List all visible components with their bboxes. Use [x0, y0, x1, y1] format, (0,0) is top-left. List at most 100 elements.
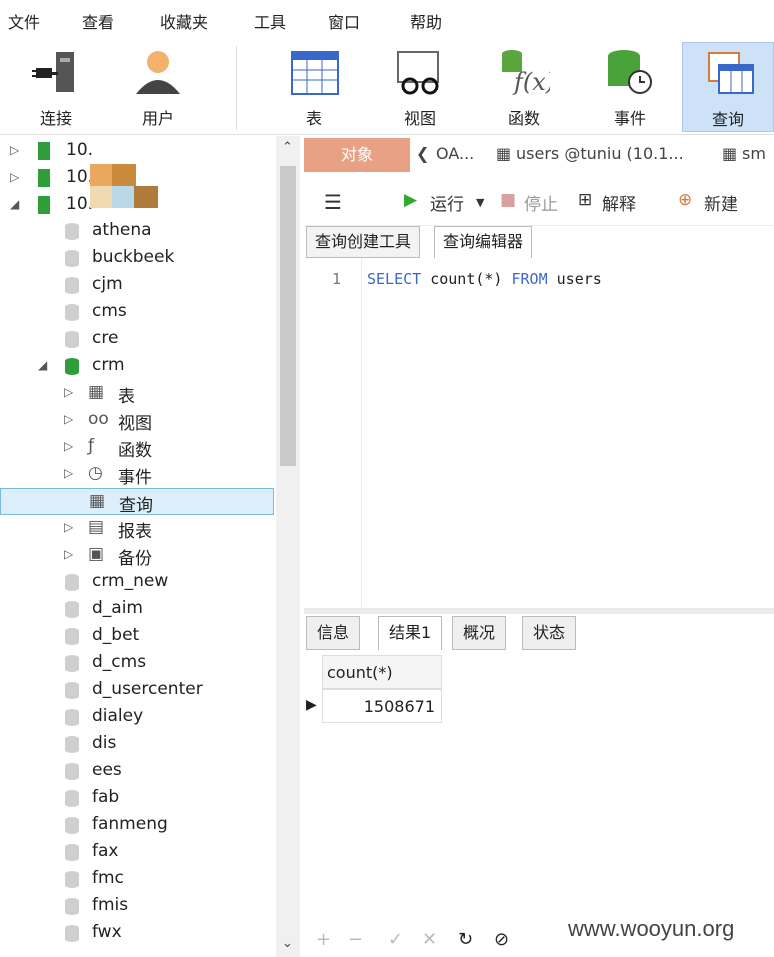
menu-file[interactable]: 文件	[8, 9, 40, 33]
object-tree: ▷ 10. ▷ 10. ◢ 10. athena buckbeek cjm cms cre ◢ crm ▷…	[0, 136, 300, 957]
tree-item-label: ees	[92, 760, 122, 780]
scroll-down-arrow-icon[interactable]: ⌄	[282, 936, 293, 951]
tab-query-editor[interactable]: 查询编辑器	[434, 226, 533, 258]
tab-oa[interactable]: OA...	[436, 144, 474, 163]
tab-users[interactable]: users @tuniu (10.1...	[516, 144, 684, 163]
sql-keyword-select: SELECT	[367, 270, 422, 288]
run-play-icon[interactable]: ▶	[404, 190, 417, 210]
table-button[interactable]: 表	[266, 42, 362, 132]
database-icon	[65, 250, 79, 267]
sql-editor[interactable]: 1 SELECT count(*) FROM users	[304, 258, 774, 608]
database-item[interactable]: crm_new	[0, 569, 276, 596]
tree-item-label: cms	[92, 301, 127, 321]
tree-item-label: fab	[92, 787, 120, 807]
tab-result1[interactable]: 结果1	[378, 616, 443, 650]
scroll-up-arrow-icon[interactable]: ⌃	[282, 140, 293, 155]
database-item[interactable]: dialey	[0, 704, 276, 731]
tab-info[interactable]: 信息	[306, 616, 361, 650]
database-item[interactable]: fmis	[0, 893, 276, 920]
database-item[interactable]: cjm	[0, 272, 276, 299]
crm-child-item[interactable]: ▷ oo 视图	[0, 407, 276, 434]
result-cell[interactable]: 1508671	[322, 689, 442, 723]
new-button[interactable]: 新建	[704, 190, 738, 215]
function-button[interactable]: f(x) 函数	[476, 42, 572, 132]
expand-arrow-icon[interactable]: ▷	[64, 466, 73, 480]
database-item[interactable]: fanmeng	[0, 812, 276, 839]
database-item[interactable]: d_aim	[0, 596, 276, 623]
tab-status[interactable]: 状态	[522, 616, 577, 650]
query-icon: ▦	[89, 491, 106, 511]
collapse-arrow-icon[interactable]: ◢	[38, 358, 47, 372]
delete-record-icon[interactable]: −	[348, 929, 363, 950]
server-item[interactable]: ▷ 10.	[0, 138, 276, 165]
user-button[interactable]: 用户	[110, 42, 206, 132]
menu-window[interactable]: 窗口	[328, 9, 360, 33]
expand-arrow-icon[interactable]: ▷	[64, 439, 73, 453]
refresh-icon[interactable]: ↻	[458, 929, 473, 950]
database-item[interactable]: dis	[0, 731, 276, 758]
tree-item-label: crm_new	[92, 571, 169, 591]
database-item[interactable]: cms	[0, 299, 276, 326]
tab-query-builder[interactable]: 查询创建工具	[306, 226, 421, 258]
expand-arrow-icon[interactable]: ▷	[10, 143, 19, 157]
expand-arrow-icon[interactable]: ◢	[10, 197, 19, 211]
add-record-icon[interactable]: +	[316, 929, 331, 950]
crm-child-item[interactable]: ▷ ƒ 函数	[0, 434, 276, 461]
database-item[interactable]: fmc	[0, 866, 276, 893]
run-button[interactable]: 运行	[430, 190, 464, 215]
menu-help[interactable]: 帮助	[410, 9, 442, 33]
crm-child-item[interactable]: ▷ ▤ 报表	[0, 515, 276, 542]
database-item[interactable]: fax	[0, 839, 276, 866]
discard-icon[interactable]: ✕	[422, 929, 437, 950]
crm-child-item[interactable]: ▷ ▦ 表	[0, 380, 276, 407]
run-dropdown-icon[interactable]: ▼	[476, 196, 484, 209]
sql-code-line[interactable]: SELECT count(*) FROM users	[367, 270, 602, 288]
tab-sm[interactable]: sm	[742, 144, 766, 163]
query-button[interactable]: 查询	[682, 42, 774, 132]
menu-favorites[interactable]: 收藏夹	[160, 9, 208, 33]
expand-arrow-icon[interactable]: ▷	[10, 170, 19, 184]
database-item[interactable]: ees	[0, 758, 276, 785]
apply-icon[interactable]: ✓	[388, 929, 403, 950]
database-item[interactable]: fab	[0, 785, 276, 812]
view-button[interactable]: 视图	[372, 42, 468, 132]
database-item[interactable]: athena	[0, 218, 276, 245]
redacted-block	[90, 186, 114, 208]
database-item[interactable]: fwx	[0, 920, 276, 947]
scroll-thumb[interactable]	[280, 166, 296, 466]
crm-child-item[interactable]: ▷ ▣ 备份	[0, 542, 276, 569]
tab-objects[interactable]: 对象	[304, 138, 410, 172]
tree-item-label: athena	[92, 220, 152, 240]
database-item[interactable]: d_bet	[0, 623, 276, 650]
connect-button[interactable]: 连接	[8, 42, 104, 132]
crm-child-item[interactable]: ▷ ◷ 事件	[0, 461, 276, 488]
sql-expression: count(*)	[421, 270, 512, 288]
line-gutter: 1	[304, 258, 362, 608]
tab-profile[interactable]: 概况	[452, 616, 507, 650]
event-button[interactable]: 事件	[582, 42, 678, 132]
crm-child-item[interactable]: ▦ 查询	[0, 488, 274, 516]
menu-view[interactable]: 查看	[82, 9, 114, 33]
column-header[interactable]: count(*)	[322, 655, 442, 689]
tab-back-chevron-icon[interactable]: ❮	[416, 144, 429, 163]
database-item[interactable]: d_cms	[0, 650, 276, 677]
explain-button[interactable]: 解释	[602, 190, 636, 215]
menu-tools[interactable]: 工具	[254, 9, 286, 33]
stop-circle-icon[interactable]: ⊘	[494, 929, 509, 950]
line-number: 1	[332, 270, 342, 288]
stop-button[interactable]: 停止	[524, 190, 558, 215]
expand-arrow-icon[interactable]: ▷	[64, 412, 73, 426]
event-icon	[608, 50, 652, 94]
database-icon	[65, 709, 79, 726]
expand-arrow-icon[interactable]: ▷	[64, 385, 73, 399]
tree-item-label: fmis	[92, 895, 129, 915]
tree-scrollbar[interactable]: ⌃ ⌄	[276, 136, 300, 957]
database-item[interactable]: buckbeek	[0, 245, 276, 272]
menu-icon[interactable]: ☰	[324, 190, 342, 214]
database-item-crm[interactable]: ◢ crm	[0, 353, 276, 380]
expand-arrow-icon[interactable]: ▷	[64, 547, 73, 561]
sql-keyword-from: FROM	[511, 270, 548, 288]
database-item[interactable]: cre	[0, 326, 276, 353]
database-item[interactable]: d_usercenter	[0, 677, 276, 704]
expand-arrow-icon[interactable]: ▷	[64, 520, 73, 534]
